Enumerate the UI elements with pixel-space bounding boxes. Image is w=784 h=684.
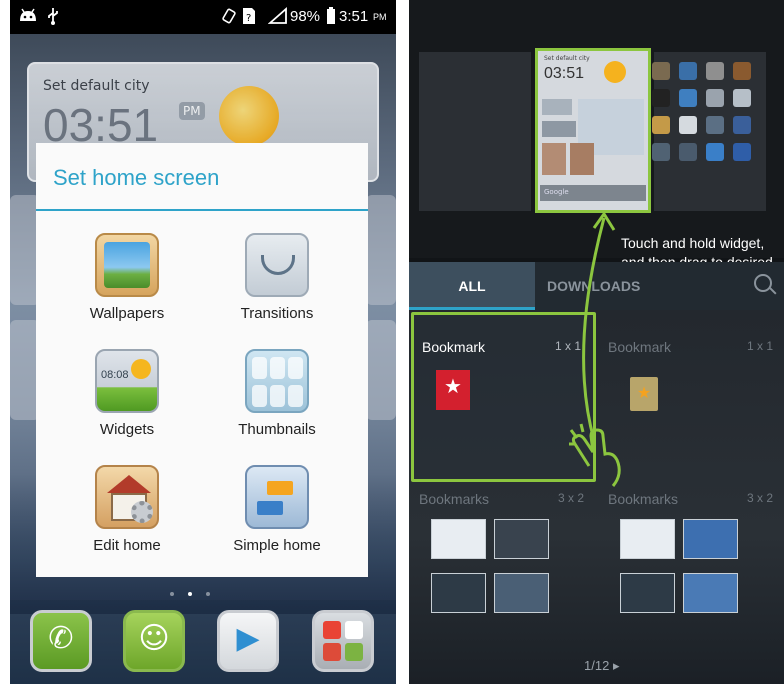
widget-size: 1 x 1 [746,339,773,353]
status-time: 3:51 [339,8,369,25]
bookmarks-preview-grid [431,519,551,619]
option-thumbnails[interactable]: Thumbnails [202,349,352,459]
option-label: Thumbnails [238,421,316,438]
edit-home-icon [95,465,159,529]
bookmark-icon [436,370,470,410]
dock: ✆ ☺ ▶ [10,600,396,684]
vibrate-icon [220,7,238,29]
sim-icon: ? [242,7,256,29]
widget-size: 3 x 2 [746,491,773,505]
message-icon: ☺ [138,621,170,656]
preview-search-bar: Google [540,185,646,201]
status-bar: ? 98% 3:51 PM [10,0,396,34]
right-phone-screen: Set default city 03:51 Google Touch and … [409,0,784,684]
play-store-icon: ▶ [236,621,260,656]
side-widget-right-top [366,195,396,305]
option-label: Transitions [240,305,314,322]
search-icon[interactable] [754,274,772,292]
widget-card-bookmarks[interactable]: Bookmarks 3 x 2 [600,467,784,637]
clock-ampm: PM [179,102,205,120]
widget-name: Bookmark [422,339,486,355]
widget-card-bookmark-selected[interactable]: Bookmark 1 x 1 [411,312,596,482]
bookmarks-preview-grid [620,519,740,619]
sun-weather-icon [219,86,279,146]
screen-preview-strip: Set default city 03:51 Google [409,0,784,258]
tab-downloads[interactable]: DOWNLOADS [547,262,640,310]
messaging-app[interactable]: ☺ [123,610,185,672]
apps-folder[interactable] [312,610,374,672]
widget-icon-clock: 08:08 [101,369,129,381]
set-home-screen-dialog: Set home screen Wallpapers Transitions 0… [36,143,368,577]
dialog-title: Set home screen [53,165,220,190]
phone-icon: ✆ [48,621,74,656]
preview-sun-icon [604,61,626,83]
widget-card-bookmarks[interactable]: Bookmarks 3 x 2 [411,467,596,637]
status-ampm: PM [373,12,387,22]
svg-text:?: ? [246,13,251,24]
option-wallpapers[interactable]: Wallpapers [52,233,202,343]
widget-name: Bookmarks [419,491,490,507]
option-label: Widgets [99,421,155,438]
screen-thumbnail-current[interactable]: Set default city 03:51 Google [535,48,651,213]
folder-icon [323,621,363,661]
option-simple-home[interactable]: Simple home [202,465,352,575]
widget-tab-bar: ALL DOWNLOADS [409,262,784,310]
page-counter: 1/12 ▸ [584,658,619,674]
screen-thumbnail-next[interactable] [652,52,766,211]
option-label: Wallpapers [89,305,165,322]
preview-time: 03:51 [544,65,585,82]
screen-thumbnail-previous[interactable] [419,52,531,211]
android-debug-icon [18,7,38,27]
thumbnails-icon [245,349,309,413]
bookmark-doc-icon [630,377,658,411]
simple-home-icon [245,465,309,529]
option-widgets[interactable]: 08:08 Widgets [52,349,202,459]
phone-app[interactable]: ✆ [30,610,92,672]
left-phone-screen: ? 98% 3:51 PM Set default city 03:51 PM … [10,0,396,684]
transitions-icon [245,233,309,297]
widget-name: Bookmark [608,339,672,355]
next-page-icon[interactable]: ▸ [613,658,620,673]
usb-icon [46,7,60,29]
side-widget-right-bottom [366,320,396,420]
option-label: Simple home [233,537,321,554]
play-store-app[interactable]: ▶ [217,610,279,672]
widget-icon-sun [131,359,151,379]
option-edit-home[interactable]: Edit home [52,465,202,575]
clock-city: Set default city [43,78,150,94]
signal-icon [267,7,288,29]
wallpaper-icon [95,233,159,297]
widget-size: 1 x 1 [554,339,581,353]
battery-percent: 98% [290,8,321,25]
widget-size: 3 x 2 [557,491,584,505]
widget-card-bookmark[interactable]: Bookmark 1 x 1 [600,315,784,485]
page-counter-text: 1/12 [584,658,610,673]
option-label: Edit home [93,537,161,554]
tab-all[interactable]: ALL [409,262,535,310]
widget-name: Bookmarks [608,491,679,507]
widgets-icon: 08:08 [95,349,159,413]
option-transitions[interactable]: Transitions [202,233,352,343]
dialog-divider [36,209,368,211]
preview-city: Set default city [544,55,590,62]
battery-icon [326,7,336,29]
page-indicator [170,581,240,615]
